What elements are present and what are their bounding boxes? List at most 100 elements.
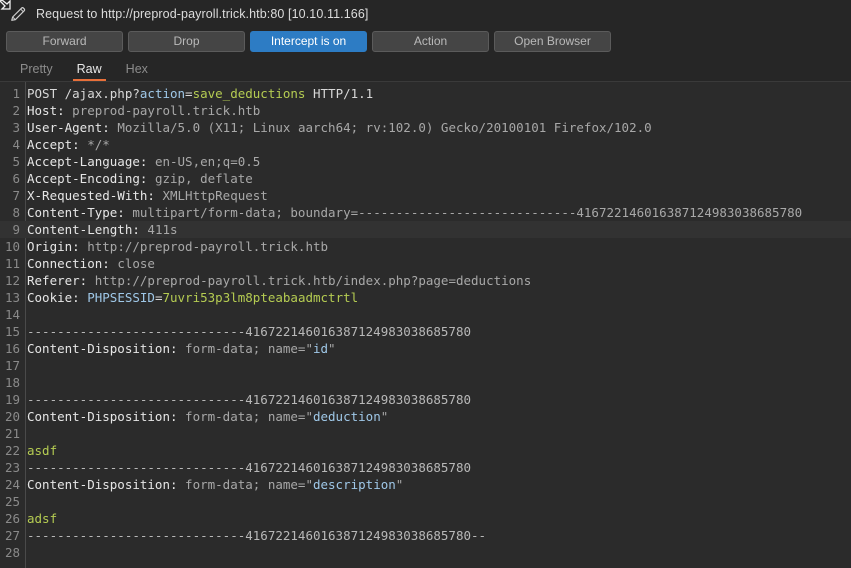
line-text: Connection: close — [27, 256, 155, 271]
code-line[interactable]: 13 Cookie: PHPSESSID=7uvri53p3lm8pteabaad… — [0, 289, 851, 306]
code-line[interactable]: 8 Content-Type: multipart/form-data; boun… — [0, 204, 851, 221]
line-text — [25, 425, 851, 442]
code-line[interactable]: 3 User-Agent: Mozilla/5.0 (X11; Linux aar… — [0, 119, 851, 136]
line-number: 7 — [12, 188, 20, 203]
line-number: 14 — [4, 307, 20, 322]
line-number: 9 — [12, 222, 20, 237]
code-line[interactable]: 28 — [0, 544, 851, 561]
line-text: Cookie: PHPSESSID=7uvri53p3lm8pteabaadmc… — [27, 290, 359, 305]
code-line[interactable]: 16 Content-Disposition: form-data; name="… — [0, 340, 851, 357]
line-text: Accept-Encoding: gzip, deflate — [27, 171, 253, 186]
line-text: Content-Type: multipart/form-data; bound… — [27, 205, 803, 220]
request-editor[interactable]: 1 POST /ajax.php?action=save_deductions H… — [0, 82, 851, 568]
code-line[interactable]: 4 Accept: */* — [0, 136, 851, 153]
code-line[interactable]: 22 asdf — [0, 442, 851, 459]
line-text: -----------------------------41672214601… — [27, 324, 472, 339]
tab-raw[interactable]: Raw — [65, 62, 114, 81]
code-line[interactable]: 21 — [0, 425, 851, 442]
line-text: Content-Length: 411s — [27, 222, 178, 237]
line-number: 4 — [12, 137, 20, 152]
code-line[interactable]: 15 -----------------------------416722146… — [0, 323, 851, 340]
line-number: 17 — [4, 358, 20, 373]
code-line[interactable]: 23 -----------------------------416722146… — [0, 459, 851, 476]
code-line[interactable]: 12 Referer: http://preprod-payroll.trick.… — [0, 272, 851, 289]
line-number: 6 — [12, 171, 20, 186]
code-line[interactable]: 25 — [0, 493, 851, 510]
line-number: 20 — [4, 409, 20, 424]
code-line[interactable]: 17 — [0, 357, 851, 374]
line-number: 16 — [4, 341, 20, 356]
line-text: Content-Disposition: form-data; name="de… — [27, 477, 404, 492]
drop-button[interactable]: Drop — [128, 30, 245, 52]
line-text — [25, 306, 851, 323]
line-number: 3 — [12, 120, 20, 135]
line-number: 12 — [4, 273, 20, 288]
line-number: 28 — [4, 545, 20, 560]
window-title: Request to http://preprod-payroll.trick.… — [36, 7, 369, 21]
intercept-toolbar: Forward Drop Intercept is on Action Open… — [0, 28, 851, 54]
tab-hex[interactable]: Hex — [114, 62, 160, 81]
request-raw-text[interactable]: 1 POST /ajax.php?action=save_deductions H… — [0, 85, 851, 561]
open-browser-button[interactable]: Open Browser — [494, 30, 611, 52]
line-number: 26 — [4, 511, 20, 526]
line-number: 2 — [12, 103, 20, 118]
line-number: 23 — [4, 460, 20, 475]
line-text: Content-Disposition: form-data; name="id… — [27, 341, 336, 356]
code-line[interactable]: 10 Origin: http://preprod-payroll.trick.h… — [0, 238, 851, 255]
forward-button[interactable]: Forward — [6, 30, 123, 52]
line-number: 24 — [4, 477, 20, 492]
line-text — [25, 357, 851, 374]
code-line[interactable]: 11 Connection: close — [0, 255, 851, 272]
line-text: Content-Disposition: form-data; name="de… — [27, 409, 389, 424]
burp-intercept-window: Request to http://preprod-payroll.trick.… — [0, 0, 851, 568]
code-line[interactable]: 24 Content-Disposition: form-data; name="… — [0, 476, 851, 493]
line-text: User-Agent: Mozilla/5.0 (X11; Linux aarc… — [27, 120, 652, 135]
line-text: Accept-Language: en-US,en;q=0.5 — [27, 154, 261, 169]
intercept-toggle-button[interactable]: Intercept is on — [250, 30, 367, 52]
line-text — [25, 493, 851, 510]
code-line[interactable]: 9 Content-Length: 411s — [0, 221, 851, 238]
line-number: 11 — [4, 256, 20, 271]
line-number: 1 — [12, 86, 20, 101]
line-text: Referer: http://preprod-payroll.trick.ht… — [27, 273, 532, 288]
line-number: 18 — [4, 375, 20, 390]
code-line[interactable]: 5 Accept-Language: en-US,en;q=0.5 — [0, 153, 851, 170]
line-number: 22 — [4, 443, 20, 458]
line-text: adsf — [27, 511, 58, 526]
line-text — [25, 544, 851, 561]
pencil-icon — [11, 7, 26, 21]
line-text: Host: preprod-payroll.trick.htb — [27, 103, 261, 118]
line-text: asdf — [27, 443, 58, 458]
line-number: 10 — [4, 239, 20, 254]
message-view-tabs: Pretty Raw Hex — [0, 54, 851, 82]
line-number: 25 — [4, 494, 20, 509]
code-line[interactable]: 19 -----------------------------416722146… — [0, 391, 851, 408]
tab-pretty[interactable]: Pretty — [8, 62, 65, 81]
code-line[interactable]: 2 Host: preprod-payroll.trick.htb — [0, 102, 851, 119]
line-number: 27 — [4, 528, 20, 543]
line-text: -----------------------------41672214601… — [27, 392, 472, 407]
code-line[interactable]: 7 X-Requested-With: XMLHttpRequest — [0, 187, 851, 204]
line-text: X-Requested-With: XMLHttpRequest — [27, 188, 268, 203]
action-button[interactable]: Action — [372, 30, 489, 52]
line-text: Origin: http://preprod-payroll.trick.htb — [27, 239, 329, 254]
code-line[interactable]: 18 — [0, 374, 851, 391]
code-line[interactable]: 27 -----------------------------416722146… — [0, 527, 851, 544]
code-line[interactable]: 14 — [0, 306, 851, 323]
code-line[interactable]: 1 POST /ajax.php?action=save_deductions H… — [0, 85, 851, 102]
code-line[interactable]: 20 Content-Disposition: form-data; name="… — [0, 408, 851, 425]
line-number: 13 — [4, 290, 20, 305]
line-number: 5 — [12, 154, 20, 169]
line-text: -----------------------------41672214601… — [27, 528, 487, 543]
line-text — [25, 374, 851, 391]
line-number: 15 — [4, 324, 20, 339]
code-line[interactable]: 6 Accept-Encoding: gzip, deflate — [0, 170, 851, 187]
code-line[interactable]: 26 adsf — [0, 510, 851, 527]
window-titlebar: Request to http://preprod-payroll.trick.… — [0, 0, 851, 28]
line-text: POST /ajax.php?action=save_deductions HT… — [27, 86, 374, 101]
line-number: 21 — [4, 426, 20, 441]
line-number: 19 — [4, 392, 20, 407]
line-number: 8 — [12, 205, 20, 220]
line-text: -----------------------------41672214601… — [27, 460, 472, 475]
line-text: Accept: */* — [27, 137, 110, 152]
